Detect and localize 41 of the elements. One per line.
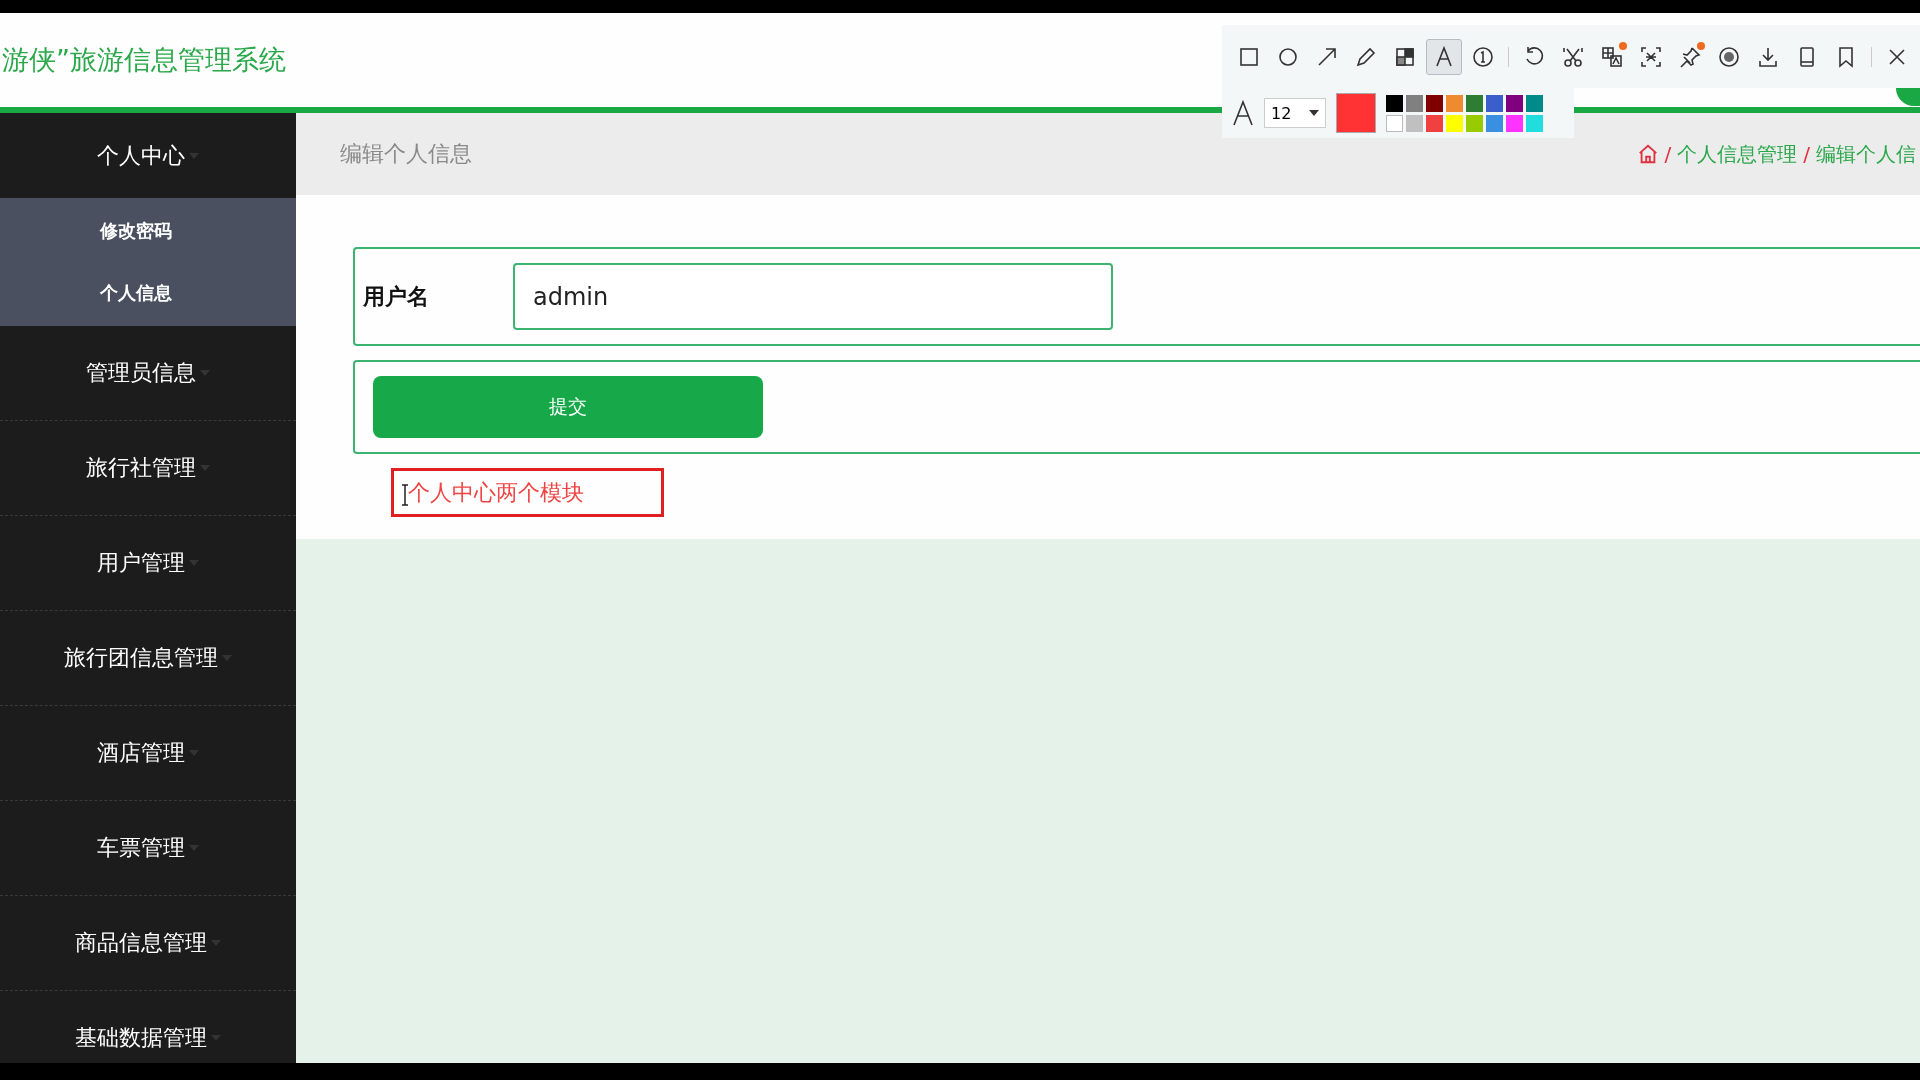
home-icon[interactable] (1636, 143, 1659, 165)
toolbar-button[interactable] (1426, 38, 1462, 75)
color-swatch[interactable] (1446, 94, 1463, 112)
color-swatch[interactable] (1486, 114, 1503, 132)
color-swatch[interactable] (1466, 94, 1483, 112)
color-swatch[interactable] (1506, 94, 1523, 112)
avatar-icon[interactable] (1896, 88, 1920, 106)
notification-dot (1619, 41, 1627, 50)
record-icon (1717, 44, 1741, 69)
sidebar-item[interactable]: 个人中心 (0, 113, 296, 198)
submenu-item[interactable]: 修改密码 (0, 200, 296, 262)
pin-icon (1678, 44, 1702, 69)
color-swatch[interactable] (1446, 114, 1463, 132)
font-size-icon (1232, 100, 1254, 126)
text-cursor-icon (400, 484, 410, 506)
breadcrumb-separator: / (1803, 142, 1810, 166)
app-title: 游侠”旅游信息管理系统 (1, 43, 286, 77)
color-swatch[interactable] (1486, 94, 1503, 112)
color-swatch[interactable] (1526, 94, 1543, 112)
color-swatch[interactable] (1466, 114, 1483, 132)
color-swatch[interactable] (1526, 114, 1543, 132)
translate-icon (1600, 44, 1624, 69)
color-swatch[interactable] (1386, 114, 1403, 132)
color-swatch[interactable] (1506, 114, 1523, 132)
color-swatch[interactable] (1426, 114, 1443, 132)
page-title: 编辑个人信息 (340, 140, 472, 168)
color-swatch[interactable] (1386, 94, 1403, 112)
color-swatch[interactable] (1406, 94, 1423, 112)
breadcrumb-separator: / (1664, 142, 1672, 166)
number-icon (1471, 44, 1495, 69)
text-scan-icon (1639, 44, 1663, 69)
input-field[interactable]: admin (513, 263, 1113, 330)
caret-icon (1309, 110, 1319, 116)
submenu-item[interactable]: 个人信息 (0, 262, 296, 324)
current-color-swatch[interactable] (1336, 93, 1376, 133)
font-size-dropdown[interactable]: 12 (1264, 98, 1326, 128)
field-label: 用户名 (363, 282, 430, 311)
annotation-text: 个人中心两个模块 (391, 468, 664, 517)
color-swatch[interactable] (1406, 114, 1423, 132)
notification-dot (1697, 41, 1705, 50)
color-swatch[interactable] (1426, 94, 1443, 112)
